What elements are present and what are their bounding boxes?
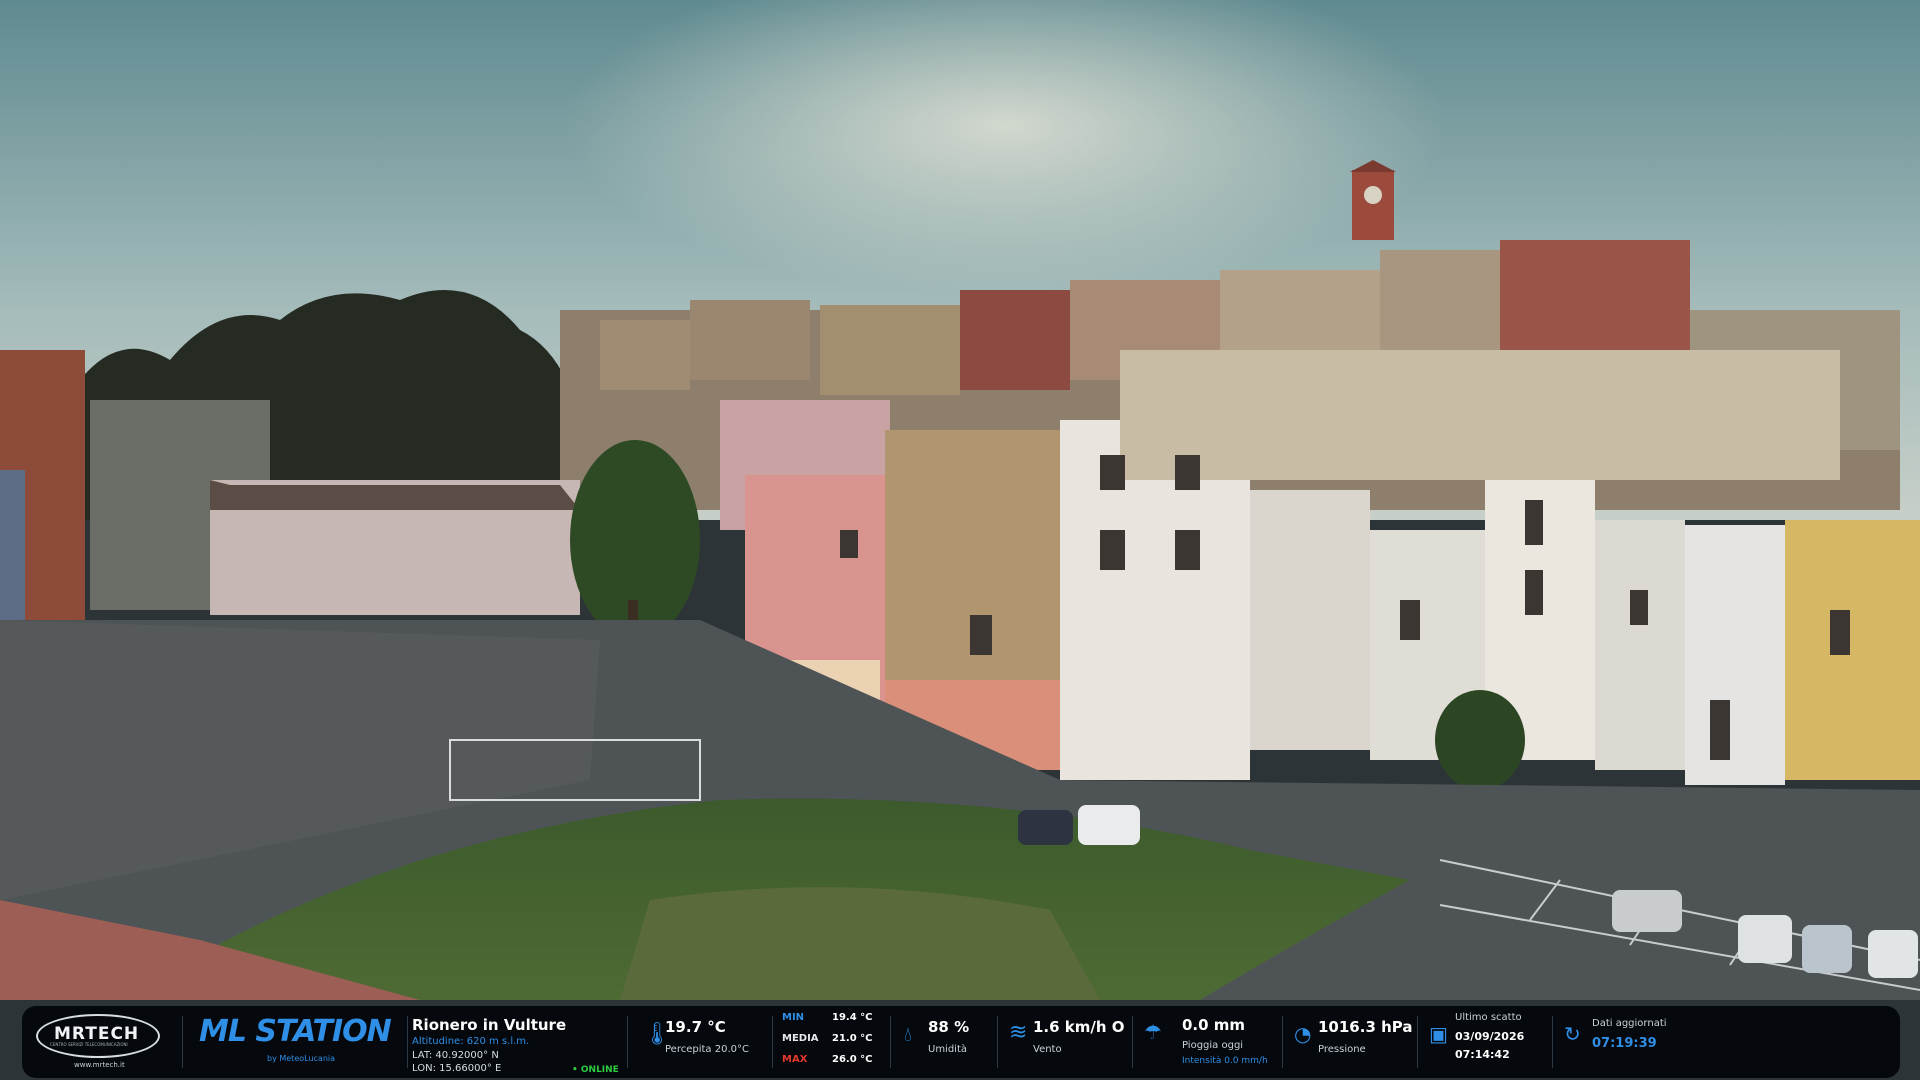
weather-info-bar: MRTECH CENTRO SERVIZI TELECOMUNICAZIONI … [22, 1006, 1900, 1078]
mrtech-url: www.mrtech.it [74, 1061, 125, 1069]
pressure-value: 1016.3 hPa [1318, 1018, 1413, 1036]
max-value: 26.0 °C [832, 1054, 873, 1065]
latitude: LAT: 40.92000° N [412, 1050, 499, 1061]
updated-label: Dati aggiornati [1592, 1018, 1667, 1029]
snapshot-time: 07:14:42 [1455, 1048, 1510, 1061]
max-label: MAX [782, 1054, 808, 1065]
snapshot-date: 03/09/2026 [1455, 1030, 1525, 1043]
snapshot-label: Ultimo scatto [1455, 1012, 1522, 1023]
temperature-stats: MIN 19.4 °C MEDIA 21.0 °C MAX 26.0 °C [782, 1006, 902, 1078]
wind-value: 1.6 km/h O [1033, 1018, 1125, 1036]
humidity-block: 💧︎ 88 % Umidità [900, 1006, 1000, 1078]
mrtech-sub: CENTRO SERVIZI TELECOMUNICAZIONI [50, 1042, 128, 1047]
wind-icon: ≋ [1009, 1020, 1028, 1045]
gauge-icon: ◔ [1294, 1022, 1312, 1046]
min-value: 19.4 °C [832, 1012, 873, 1023]
rain-label: Pioggia oggi [1182, 1040, 1244, 1051]
rain-icon: ☂ [1144, 1020, 1162, 1044]
pressure-label: Pressione [1318, 1044, 1366, 1055]
mrtech-logo: MRTECH CENTRO SERVIZI TELECOMUNICAZIONI … [32, 1006, 162, 1078]
rain-intensity: Intensità 0.0 mm/h [1182, 1056, 1268, 1066]
online-status: • ONLINE [572, 1065, 619, 1075]
rain-block: ☂ 0.0 mm Pioggia oggi Intensità 0.0 mm/h [1142, 1006, 1282, 1078]
wind-label: Vento [1033, 1044, 1062, 1055]
camera-icon: ▣ [1429, 1022, 1448, 1046]
longitude: LON: 15.66000° E [412, 1063, 502, 1074]
refresh-icon: ↻ [1564, 1022, 1581, 1046]
droplet-icon: 💧︎ [904, 1022, 912, 1046]
pressure-block: ◔ 1016.3 hPa Pressione [1292, 1006, 1422, 1078]
mlstation-by: by MeteoLucania [267, 1054, 336, 1063]
webcam-image [0, 0, 1920, 1080]
wind-block: ≋ 1.6 km/h O Vento [1007, 1006, 1137, 1078]
temperature-block: 🌡︎ 19.7 °C Percepita 20.0°C [637, 1006, 777, 1078]
snapshot-block: ▣ Ultimo scatto 03/09/2026 07:14:42 [1427, 1006, 1557, 1078]
mlstation-logo: ML STATION by MeteoLucania [197, 1006, 407, 1078]
temperature-value: 19.7 °C [665, 1018, 726, 1036]
mlstation-logo-text: ML STATION [199, 1014, 392, 1049]
rain-value: 0.0 mm [1182, 1016, 1246, 1034]
humidity-label: Umidità [928, 1044, 968, 1055]
avg-label: MEDIA [782, 1033, 819, 1044]
altitude: Altitudine: 620 m s.l.m. [412, 1036, 530, 1047]
avg-value: 21.0 °C [832, 1033, 873, 1044]
updated-time: 07:19:39 [1592, 1036, 1657, 1051]
mrtech-logo-text: MRTECH [54, 1024, 140, 1044]
location-block: Rionero in Vulture Altitudine: 620 m s.l… [412, 1006, 642, 1078]
feels-like: Percepita 20.0°C [665, 1044, 749, 1055]
min-label: MIN [782, 1012, 805, 1023]
updated-block: ↻ Dati aggiornati 07:19:39 [1562, 1006, 1702, 1078]
humidity-value: 88 % [928, 1018, 970, 1036]
location-name: Rionero in Vulture [412, 1016, 567, 1034]
